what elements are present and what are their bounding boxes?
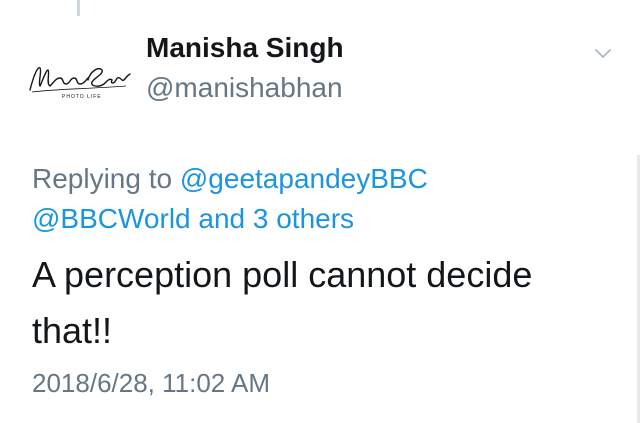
signature-logo-icon: PHOTO LIFE (29, 67, 131, 100)
mention-link-geetapandeybbc[interactable]: @geetapandeyBBC (180, 163, 428, 194)
replying-to-line: Replying to @geetapandeyBBC (32, 159, 428, 199)
mention-link-bbcworld[interactable]: @BBCWorld (32, 203, 191, 234)
thread-connector-line (77, 0, 80, 16)
chevron-down-icon[interactable] (594, 48, 612, 60)
avatar[interactable]: PHOTO LIFE (26, 56, 138, 102)
replying-to-line-2: @BBCWorld and 3 others (32, 199, 354, 239)
others-link[interactable]: and 3 others (198, 203, 354, 234)
tweet-card: PHOTO LIFE Manisha Singh @manishabhan Re… (0, 0, 640, 423)
user-handle[interactable]: @manishabhan (146, 72, 343, 104)
tweet-timestamp[interactable]: 2018/6/28, 11:02 AM (32, 368, 270, 399)
tweet-text: A perception poll cannot decide that!! (32, 254, 533, 351)
display-name[interactable]: Manisha Singh (146, 32, 344, 64)
replying-to-label: Replying to (32, 163, 173, 194)
svg-text:PHOTO LIFE: PHOTO LIFE (62, 94, 102, 100)
